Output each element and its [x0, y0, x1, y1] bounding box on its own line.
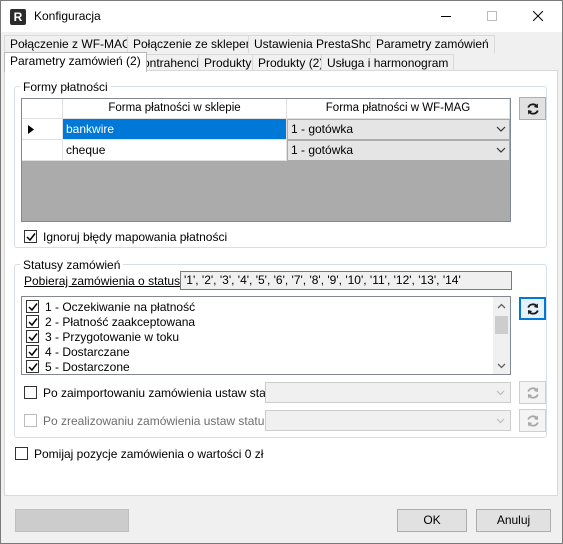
close-icon	[532, 10, 544, 22]
checkmark-icon	[28, 363, 38, 372]
chevron-down-icon	[496, 418, 505, 424]
grid-cell-wfmag-value: 1 - gotówka	[291, 143, 354, 157]
scrollbar-thumb[interactable]	[495, 316, 508, 334]
status-list-scrollbar[interactable]	[493, 297, 510, 374]
skip-zero-value-items-checkbox[interactable]	[15, 447, 28, 460]
grid-cell-wfmag-payment-select[interactable]: 1 - gotówka	[287, 140, 510, 161]
after-import-status-label[interactable]: Po zaimportowaniu zamówienia ustaw statu…	[43, 386, 285, 400]
status-label: 1 - Oczekiwanie na płatność	[45, 300, 196, 314]
app-icon: R	[10, 9, 26, 25]
minimize-icon	[441, 16, 451, 17]
grid-corner-header	[22, 99, 63, 119]
list-item[interactable]: 1 - Oczekiwanie na płatność	[24, 299, 494, 314]
checkmark-icon	[28, 318, 38, 327]
after-complete-status-checkbox[interactable]	[24, 414, 37, 427]
refresh-icon	[526, 414, 539, 427]
order-statuses-group-label: Statusy zamówień	[20, 258, 124, 272]
grid-header-shop[interactable]: Forma płatności w sklepie	[63, 99, 287, 119]
status-checkbox[interactable]	[26, 345, 39, 358]
list-item[interactable]: 2 - Płatność zaakceptowana	[24, 314, 494, 329]
after-complete-status-select[interactable]	[265, 410, 511, 431]
list-item[interactable]: 5 - Dostarczone	[24, 359, 494, 374]
ignore-mapping-errors-label[interactable]: Ignoruj błędy mapowania płatności	[43, 230, 227, 244]
chevron-down-icon	[496, 390, 505, 396]
payment-mapping-grid: Forma płatności w sklepie Forma płatnośc…	[21, 98, 511, 222]
status-label: 4 - Dostarczane	[45, 345, 130, 359]
configuration-window: R Konfiguracja Połączenie z WF-MAG Połąc…	[0, 0, 563, 544]
minimize-button[interactable]	[423, 1, 469, 32]
tab-parametry-zamowien-2[interactable]: Parametry zamówień (2)	[4, 52, 147, 72]
grid-cell-shop-payment[interactable]: bankwire	[63, 119, 287, 140]
after-import-status-checkbox[interactable]	[24, 386, 37, 399]
status-checkbox[interactable]	[26, 330, 39, 343]
skip-zero-value-items-label[interactable]: Pomijaj pozycje zamówienia o wartości 0 …	[34, 447, 263, 461]
current-row-arrow-icon	[28, 125, 34, 134]
disabled-action-button[interactable]	[15, 509, 129, 532]
scroll-up-icon	[497, 303, 506, 309]
maximize-button[interactable]	[469, 1, 515, 32]
refresh-icon	[526, 386, 539, 399]
refresh-payment-forms-button[interactable]	[519, 97, 546, 120]
list-item[interactable]: 4 - Dostarczane	[24, 344, 494, 359]
refresh-icon	[526, 302, 539, 315]
grid-cell-wfmag-value: 1 - gotówka	[291, 122, 354, 136]
status-label: 2 - Płatność zaakceptowana	[45, 315, 196, 329]
tab-parametry-zamowien[interactable]: Parametry zamówień	[370, 35, 495, 53]
status-checkbox[interactable]	[26, 300, 39, 313]
checkmark-icon	[28, 333, 38, 342]
refresh-icon	[526, 102, 539, 115]
chevron-down-icon	[496, 126, 506, 132]
grid-row-header-1[interactable]	[22, 119, 63, 140]
tab-polaczenie-sklep[interactable]: Połączenie ze sklepem	[127, 35, 262, 53]
checkmark-icon	[28, 303, 38, 312]
refresh-statuses-button[interactable]	[519, 297, 546, 320]
ok-button[interactable]: OK	[397, 509, 467, 532]
grid-row-header-2[interactable]	[22, 140, 63, 161]
dropdown-arrow[interactable]	[492, 120, 509, 139]
refresh-after-import-button[interactable]	[519, 381, 546, 404]
grid-cell-wfmag-payment-select[interactable]: 1 - gotówka	[287, 119, 510, 140]
chevron-down-icon	[496, 147, 506, 153]
checkmark-icon	[26, 233, 36, 242]
list-item[interactable]: 3 - Przygotowanie w toku	[24, 329, 494, 344]
fetch-status-label: Pobieraj zamówienia o statusie:	[24, 274, 193, 288]
status-checkbox[interactable]	[26, 360, 39, 373]
checkmark-icon	[28, 348, 38, 357]
cancel-button[interactable]: Anuluj	[476, 509, 551, 532]
refresh-after-complete-button[interactable]	[519, 409, 546, 432]
grid-cell-shop-payment[interactable]: cheque	[63, 140, 287, 161]
status-label: 3 - Przygotowanie w toku	[45, 330, 180, 344]
window-title: Konfiguracja	[34, 9, 101, 23]
status-label: 5 - Dostarczone	[45, 360, 130, 374]
after-complete-status-label[interactable]: Po zrealizowaniu zamówienia ustaw status…	[43, 414, 274, 428]
tab-ustawienia-prestashop[interactable]: Ustawienia PrestaShop	[248, 35, 385, 53]
payment-forms-group-label: Formy płatności	[20, 80, 111, 94]
status-checklist: 1 - Oczekiwanie na płatność 2 - Płatność…	[21, 296, 511, 375]
grid-header-wfmag[interactable]: Forma płatności w WF-MAG	[287, 99, 510, 119]
title-bar: R Konfiguracja	[1, 1, 562, 32]
maximize-icon	[487, 11, 497, 21]
scroll-down-icon	[497, 363, 506, 369]
status-checkbox[interactable]	[26, 315, 39, 328]
dropdown-arrow[interactable]	[492, 141, 509, 160]
fetch-status-field[interactable]: '1', '2', '3', '4', '5', '6', '7', '8', …	[180, 271, 512, 290]
close-button[interactable]	[515, 1, 561, 32]
tab-polaczenie-wfmag[interactable]: Połączenie z WF-MAG	[4, 35, 138, 53]
ignore-mapping-errors-checkbox[interactable]	[24, 230, 37, 243]
after-import-status-select[interactable]	[265, 382, 511, 403]
